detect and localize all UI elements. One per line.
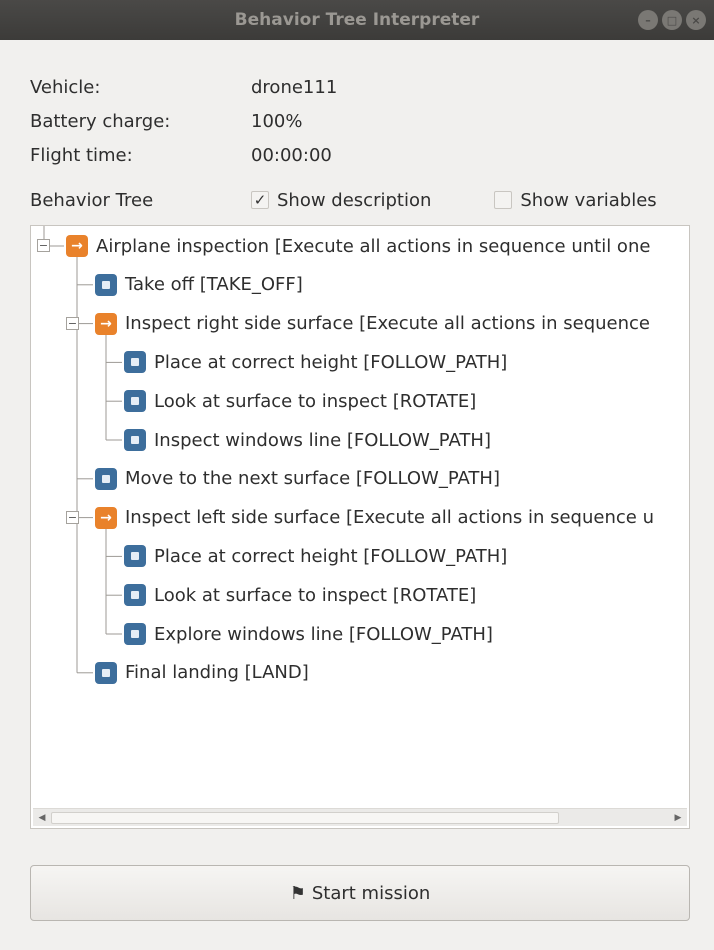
square-dot-icon	[124, 545, 146, 568]
tree-node-label: Look at surface to inspect [ROTATE]	[154, 584, 477, 606]
tree-node-action[interactable]: Look at surface to inspect [ROTATE]	[124, 386, 476, 416]
arrow-right-icon: →	[95, 312, 117, 335]
minimize-icon[interactable]: –	[638, 10, 658, 30]
show-variables-label: Show variables	[520, 189, 657, 211]
tree-node-sequence[interactable]: → Inspect left side surface [Execute all …	[95, 503, 654, 533]
flight-time-label: Flight time:	[30, 144, 133, 166]
tree-node-label: Place at correct height [FOLLOW_PATH]	[154, 351, 508, 373]
checkbox-unchecked-icon[interactable]	[494, 191, 513, 209]
tree-node-action[interactable]: Move to the next surface [FOLLOW_PATH]	[95, 464, 500, 494]
tree-node-label: Look at surface to inspect [ROTATE]	[154, 390, 477, 412]
square-dot-icon	[95, 467, 117, 490]
tree-node-label: Inspect windows line [FOLLOW_PATH]	[154, 429, 491, 451]
tree-node-label: Place at correct height [FOLLOW_PATH]	[154, 545, 508, 567]
square-dot-icon	[95, 273, 117, 296]
tree-node-action[interactable]: Look at surface to inspect [ROTATE]	[124, 580, 476, 610]
collapse-icon[interactable]: −	[66, 316, 79, 330]
square-dot-icon	[124, 390, 146, 413]
tree-node-label: Move to the next surface [FOLLOW_PATH]	[125, 468, 500, 490]
start-mission-button[interactable]: ⚑ Start mission	[30, 865, 690, 921]
window-title: Behavior Tree Interpreter	[234, 10, 480, 30]
tree-node-action[interactable]: Place at correct height [FOLLOW_PATH]	[124, 347, 507, 377]
scrollbar-thumb[interactable]	[51, 812, 559, 824]
behavior-tree-view[interactable]: ◀ ▶ → Airplane inspection [Execute all ac…	[30, 225, 690, 829]
tree-node-action[interactable]: Inspect windows line [FOLLOW_PATH]	[124, 425, 491, 455]
window-titlebar: Behavior Tree Interpreter – □ ×	[0, 0, 714, 40]
maximize-icon[interactable]: □	[662, 10, 682, 30]
tree-node-label: Take off [TAKE_OFF]	[125, 274, 303, 296]
scroll-left-icon[interactable]: ◀	[35, 810, 49, 826]
tree-node-label: Airplane inspection [Execute all actions…	[96, 235, 651, 257]
square-dot-icon	[124, 623, 146, 645]
tree-node-sequence[interactable]: → Inspect right side surface [Execute all…	[95, 309, 650, 339]
close-icon[interactable]: ×	[686, 10, 706, 30]
tree-node-label: Final landing [LAND]	[125, 662, 309, 684]
battery-label: Battery charge:	[30, 110, 171, 132]
show-description-checkbox[interactable]: ✓ Show description	[251, 190, 431, 211]
scroll-right-icon[interactable]: ▶	[671, 810, 685, 826]
vehicle-label: Vehicle:	[30, 76, 101, 98]
square-dot-icon	[124, 584, 146, 607]
tree-node-label: Inspect left side surface [Execute all a…	[125, 507, 654, 529]
behavior-tree-title: Behavior Tree	[30, 189, 154, 211]
vehicle-info: Vehicle: drone111 Battery charge: 100% F…	[30, 70, 337, 172]
show-description-label: Show description	[277, 189, 432, 211]
square-dot-icon	[124, 351, 146, 374]
battery-value: 100%	[251, 110, 303, 132]
checkbox-checked-icon[interactable]: ✓	[251, 191, 269, 209]
collapse-icon[interactable]: −	[37, 239, 50, 252]
collapse-icon[interactable]: −	[66, 510, 79, 524]
square-dot-icon	[124, 429, 146, 451]
tree-node-label: Explore windows line [FOLLOW_PATH]	[154, 623, 493, 645]
tree-node-action[interactable]: Take off [TAKE_OFF]	[95, 270, 303, 300]
start-mission-label: Start mission	[311, 882, 431, 904]
tree-node-action[interactable]: Explore windows line [FOLLOW_PATH]	[124, 619, 493, 649]
vehicle-value: drone111	[251, 76, 338, 98]
show-variables-checkbox[interactable]: Show variables	[494, 189, 657, 211]
behavior-tree-header: Behavior Tree ✓ Show description Show va…	[30, 184, 690, 216]
arrow-right-icon: →	[66, 235, 88, 257]
arrow-right-icon: →	[95, 506, 117, 529]
horizontal-scrollbar[interactable]: ◀ ▶	[33, 808, 687, 826]
square-dot-icon	[95, 661, 117, 684]
tree-node-sequence[interactable]: → Airplane inspection [Execute all action…	[66, 231, 650, 261]
flag-icon: ⚑	[289, 882, 306, 904]
tree-node-action[interactable]: Place at correct height [FOLLOW_PATH]	[124, 541, 507, 571]
tree-node-label: Inspect right side surface [Execute all …	[125, 313, 650, 335]
tree-node-action[interactable]: Final landing [LAND]	[95, 658, 309, 688]
flight-time-value: 00:00:00	[251, 144, 332, 166]
